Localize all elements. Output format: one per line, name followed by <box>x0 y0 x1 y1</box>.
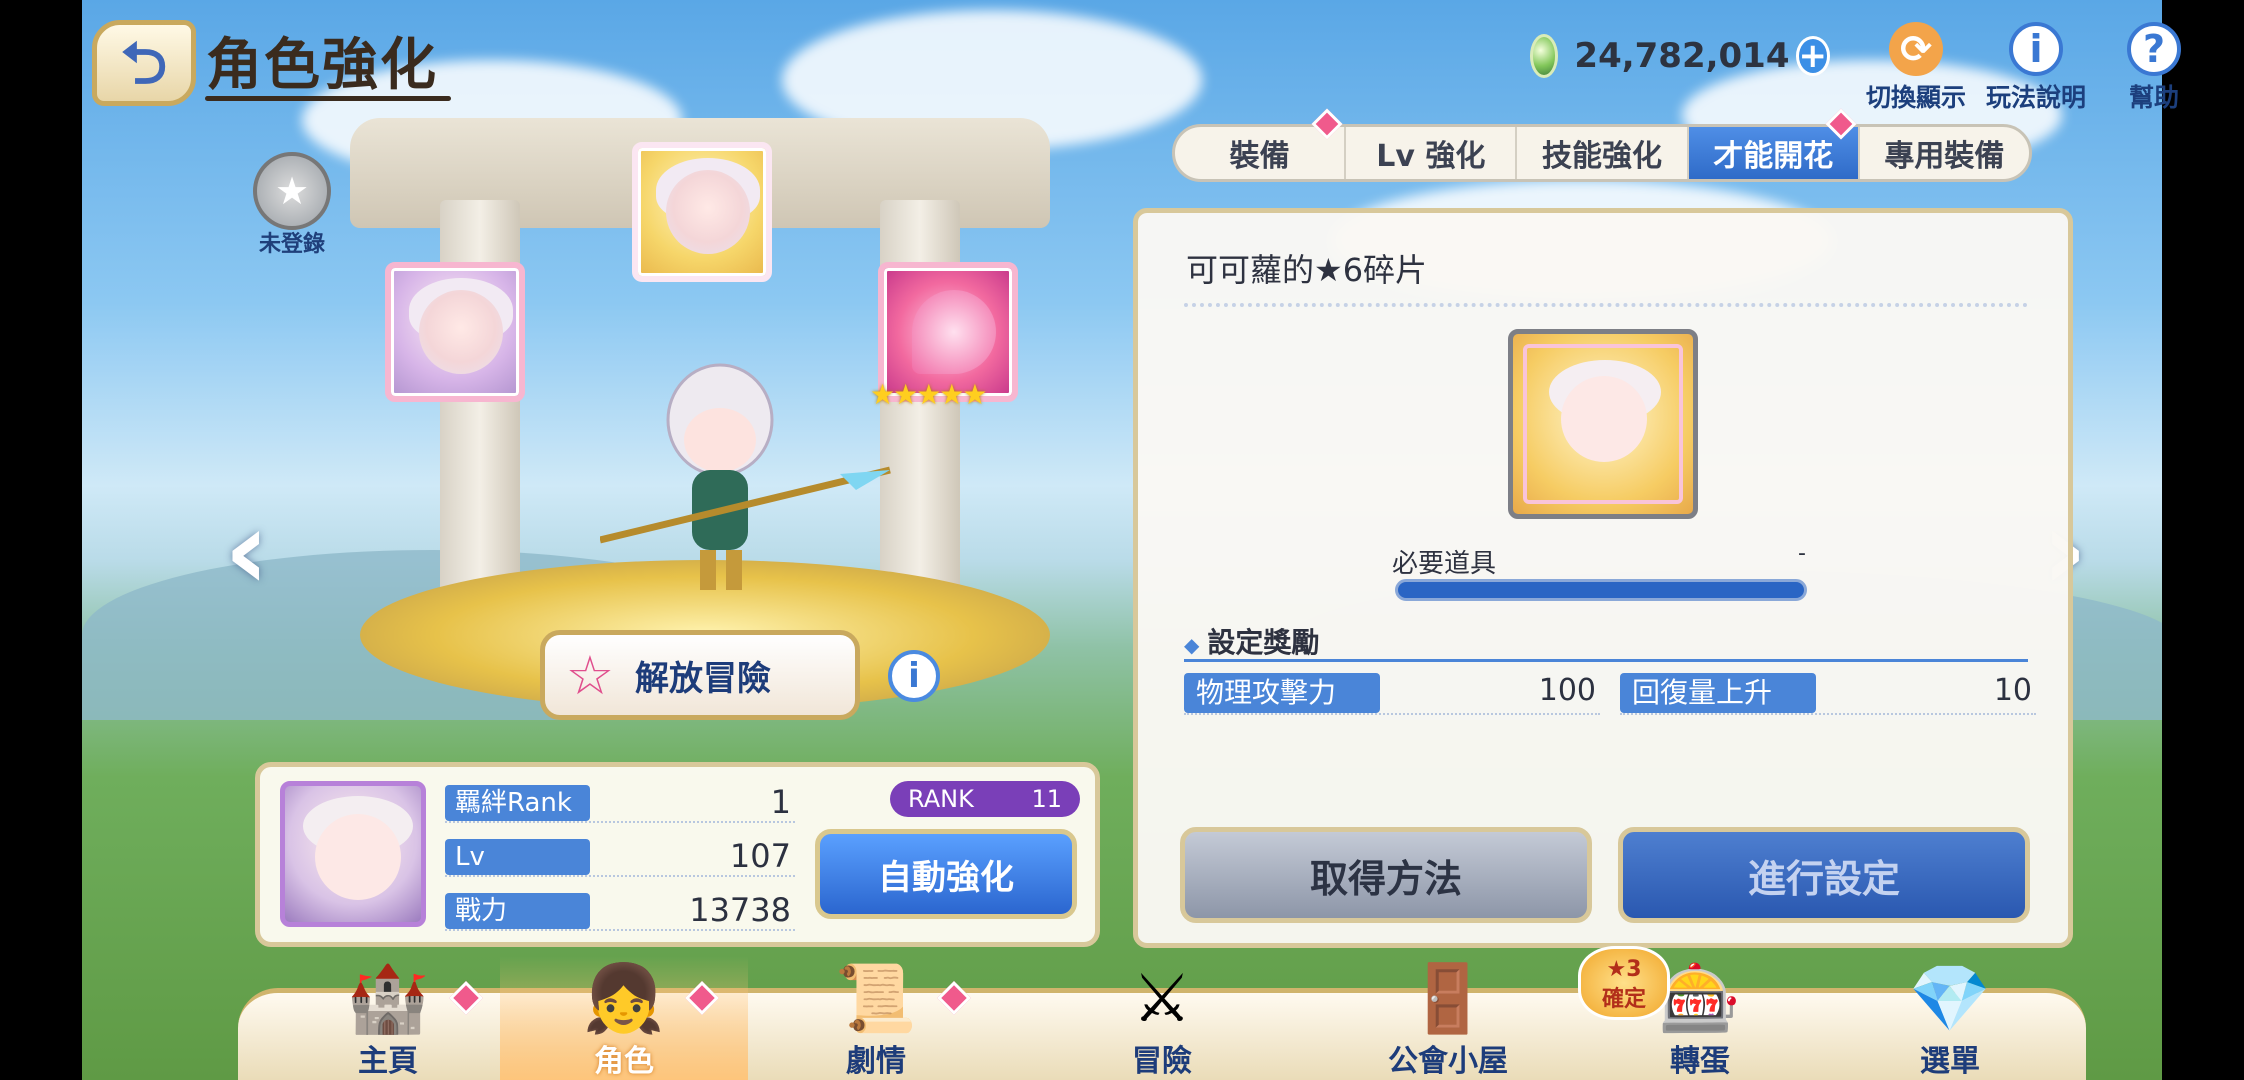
crystal-icon: 💎 <box>1908 960 1992 1037</box>
unregistered-label: 未登錄 <box>258 232 325 257</box>
badge-line: ★3 <box>1606 957 1642 982</box>
notify-diamond-icon <box>685 981 719 1015</box>
tab-label: 裝備 <box>1229 139 1290 174</box>
help-button[interactable]: ? 幫助 <box>2094 22 2214 114</box>
jewel-icon <box>1530 34 1559 78</box>
reward-section-title: 設定獎勵 <box>1184 621 1319 661</box>
notify-diamond-icon <box>449 981 483 1015</box>
reward-value: 100 <box>1538 673 1596 708</box>
star-sword-icon: ☆ <box>565 643 615 707</box>
memory-piece-item[interactable] <box>1508 329 1698 519</box>
divider <box>1184 303 2028 307</box>
nav-story[interactable]: 📜 劇情 <box>752 956 1000 1080</box>
title-underline <box>205 96 451 101</box>
sword-flag-icon: ⚔ <box>1132 960 1192 1037</box>
jewel-counter: 24,782,014 + <box>1530 30 1830 82</box>
tab-unique-equipment[interactable]: 專用裝備 <box>1860 127 2029 179</box>
add-jewel-button[interactable]: + <box>1795 36 1830 76</box>
nav-home[interactable]: 🏰 主頁 <box>264 956 512 1080</box>
nav-guild-house[interactable]: 🚪 公會小屋 <box>1324 956 1572 1080</box>
info-icon[interactable]: i <box>888 650 940 702</box>
auto-enhance-button[interactable]: 自動強化 <box>815 829 1077 919</box>
jewel-amount: 24,782,014 <box>1574 36 1790 76</box>
tab-level-up[interactable]: Lv 強化 <box>1346 127 1518 179</box>
back-button[interactable]: ⮌ <box>92 20 196 106</box>
release-adventure-button[interactable]: ☆ 解放冒險 <box>540 630 860 720</box>
guaranteed-3star-badge: ★3 確定 <box>1578 946 1670 1020</box>
tab-label: 技能強化 <box>1542 139 1662 174</box>
nav-label: 轉蛋 <box>1670 1044 1730 1079</box>
back-arrow-icon: ⮌ <box>120 29 168 97</box>
how-to-obtain-button[interactable]: 取得方法 <box>1180 827 1592 923</box>
reward-label: 回復量上升 <box>1620 673 1816 713</box>
tab-skill-up[interactable]: 技能強化 <box>1517 127 1689 179</box>
stat-row-bond-rank: 羈絆Rank 1 <box>445 781 795 823</box>
badge-line: 確定 <box>1601 987 1646 1012</box>
reward-label: 物理攻擊力 <box>1184 673 1380 713</box>
tab-label: Lv 強化 <box>1376 139 1486 174</box>
required-progress-bar <box>1395 579 1807 601</box>
tab-talent-bloom[interactable]: 才能開花 <box>1688 108 1860 179</box>
house-icon: 🚪 <box>1406 960 1490 1037</box>
help-label: 幫助 <box>2128 83 2179 112</box>
talent-bloom-panel: 可可蘿的★6碎片 必要道具 - 設定獎勵 物理攻擊力 100 回復量上升 10 … <box>1133 208 2073 948</box>
scroll-icon: 📜 <box>834 960 918 1037</box>
stat-value: 107 <box>729 837 791 875</box>
nav-label: 主頁 <box>358 1044 418 1079</box>
reward-row: 物理攻擊力 100 <box>1184 673 1600 715</box>
game-screen: ⮌ 角色強化 24,782,014 + ⟳ 切換顯示 i 玩法說明 ? 幫助 裝… <box>0 0 2244 1080</box>
nav-adventure[interactable]: ⚔ 冒險 <box>1038 956 1286 1080</box>
how-to-play-button[interactable]: i 玩法說明 <box>1976 22 2096 114</box>
required-item-value: - <box>1798 541 1806 566</box>
rank-value: 11 <box>1031 785 1062 813</box>
stat-row-level: Lv 107 <box>445 835 795 877</box>
release-adventure-label: 解放冒險 <box>635 658 771 699</box>
rank-badge: RANK 11 <box>890 781 1080 817</box>
stat-value: 1 <box>770 783 791 821</box>
switch-display-icon: ⟳ <box>1889 22 1943 76</box>
panel-title: 可可蘿的★6碎片 <box>1186 251 1428 289</box>
nav-label: 劇情 <box>846 1044 906 1079</box>
nav-label: 角色 <box>594 1044 654 1079</box>
stat-value: 13738 <box>689 891 791 929</box>
character-info-panel: 羈絆Rank 1 Lv 107 戰力 13738 RANK 11 自動強化 <box>255 762 1100 947</box>
unregistered-badge[interactable]: ★ 未登錄 <box>250 152 334 258</box>
castle-icon: 🏰 <box>346 960 430 1037</box>
nav-menu[interactable]: 💎 選單 <box>1826 956 2074 1080</box>
tab-label: 專用裝備 <box>1884 139 2005 174</box>
character-icon: 👧 <box>582 960 666 1037</box>
nav-label: 選單 <box>1920 1044 1980 1079</box>
right-letterbox <box>2162 0 2244 1080</box>
page-title: 角色強化 <box>206 33 438 98</box>
prev-character-arrow[interactable]: ‹ <box>224 495 269 605</box>
character-thumbnail[interactable] <box>280 781 426 927</box>
character-sprite <box>600 363 891 590</box>
portrait-slot-left[interactable] <box>385 262 525 402</box>
enhance-tabs: 裝備 Lv 強化 技能強化 才能開花 專用裝備 <box>1172 108 2032 182</box>
rank-label: RANK <box>908 785 974 813</box>
nav-character[interactable]: 👧 角色 <box>500 956 748 1080</box>
tab-equipment[interactable]: 裝備 <box>1175 108 1347 179</box>
stat-row-power: 戰力 13738 <box>445 889 795 931</box>
stat-label: 戰力 <box>445 893 590 929</box>
notify-diamond-icon <box>937 981 971 1015</box>
left-letterbox <box>0 0 82 1080</box>
help-icon: ? <box>2127 22 2181 76</box>
switch-display-button[interactable]: ⟳ 切換顯示 <box>1856 22 1976 114</box>
section-divider <box>1184 659 2028 662</box>
required-item-label: 必要道具 <box>1392 549 1497 579</box>
nav-label: 公會小屋 <box>1388 1044 1508 1079</box>
star-badge-icon: ★ <box>253 152 331 230</box>
stat-label: Lv <box>445 839 590 875</box>
switch-display-label: 切換顯示 <box>1865 83 1966 112</box>
reward-value: 10 <box>1993 673 2032 708</box>
tab-label: 才能開花 <box>1713 139 1834 174</box>
stat-label: 羈絆Rank <box>445 785 590 821</box>
how-to-play-label: 玩法說明 <box>1985 83 2086 112</box>
nav-label: 冒險 <box>1132 1044 1192 1079</box>
reward-row: 回復量上升 10 <box>1620 673 2036 715</box>
portrait-slot-center[interactable] <box>632 142 772 282</box>
info-icon: i <box>2009 22 2063 76</box>
apply-setting-button[interactable]: 進行設定 <box>1618 827 2030 923</box>
